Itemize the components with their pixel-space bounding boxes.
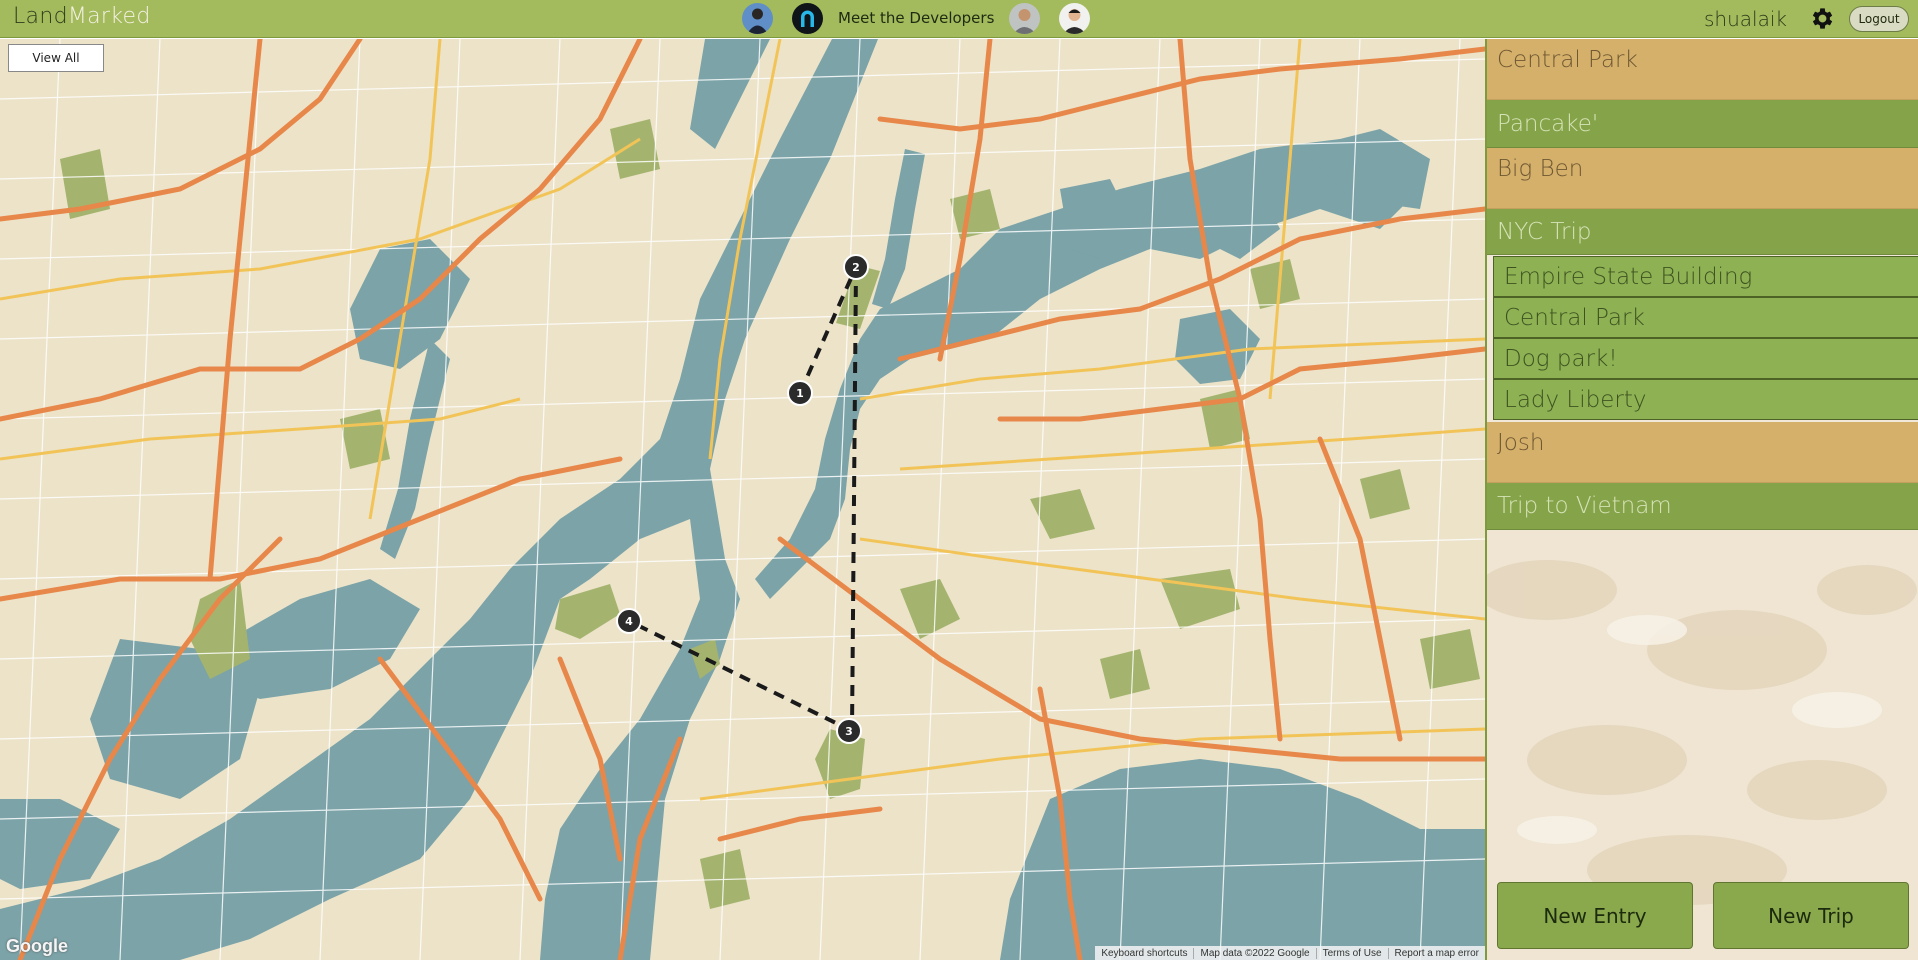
keyboard-shortcuts-link[interactable]: Keyboard shortcuts [1095,948,1193,959]
entry-item-label: Central Park [1497,47,1638,73]
map-view[interactable]: 1 2 3 4 View All Google Keyboard shortcu… [0,39,1485,960]
trip-item-label: NYC Trip [1497,218,1592,245]
route-marker-4-label: 4 [625,615,633,628]
developers-strip: Meet the Developers [742,1,1109,35]
logo-marked-text: Marked [67,4,151,29]
route-marker-3[interactable]: 3 [836,718,862,744]
username-label: shualaik [1704,7,1787,31]
trip-item-label: Trip to Vietnam [1497,493,1672,519]
route-marker-2[interactable]: 2 [843,254,869,280]
trip-item-nyc-trip[interactable]: NYC Trip [1487,209,1918,255]
trip-child-central-park[interactable]: Central Park [1493,297,1918,338]
app-logo[interactable]: LandMarked [13,4,151,29]
trip-item-label: Pancake' [1497,110,1599,137]
trip-child-label: Lady Liberty [1504,386,1647,413]
route-marker-4[interactable]: 4 [616,608,642,634]
developer-avatar-2[interactable] [792,2,823,34]
meet-developers-label[interactable]: Meet the Developers [838,9,994,27]
route-marker-2-label: 2 [852,261,860,274]
developer-avatar-1[interactable] [742,2,773,34]
trip-child-label: Central Park [1504,304,1645,331]
terms-of-use-link[interactable]: Terms of Use [1315,947,1388,959]
developer-avatar-3[interactable] [1009,2,1041,34]
new-entry-button[interactable]: New Entry [1497,882,1693,949]
map-attribution: Keyboard shortcuts Map data ©2022 Google… [1095,946,1485,960]
trip-child-lady-liberty[interactable]: Lady Liberty [1493,379,1918,420]
trip-item-pancake[interactable]: Pancake' [1487,100,1918,148]
trip-child-label: Empire State Building [1504,263,1753,290]
report-map-error-link[interactable]: Report a map error [1387,947,1485,959]
developer-avatar-4[interactable] [1059,2,1091,34]
logo-land-text: Land [13,4,68,29]
entry-item-label: Josh [1497,430,1545,456]
trip-item-trip-to-vietnam[interactable]: Trip to Vietnam [1487,483,1918,530]
entry-item-label: Big Ben [1497,156,1584,182]
entries-sidebar: Central Park Pancake' Big Ben NYC Trip E… [1485,39,1918,960]
trip-child-dog-park[interactable]: Dog park! [1493,338,1918,379]
gear-icon[interactable] [1808,5,1835,32]
entry-item-big-ben[interactable]: Big Ben [1487,148,1918,209]
logout-button[interactable]: Logout [1849,6,1909,32]
route-marker-3-label: 3 [845,725,853,738]
route-marker-1[interactable]: 1 [787,380,813,406]
map-canvas[interactable]: 1 2 3 4 [0,39,1485,960]
view-all-button[interactable]: View All [8,44,104,72]
entry-item-central-park[interactable]: Central Park [1487,39,1918,100]
map-data-label: Map data ©2022 Google [1193,947,1315,959]
new-trip-button[interactable]: New Trip [1713,882,1909,949]
trip-child-empire-state-building[interactable]: Empire State Building [1493,256,1918,297]
app-header: LandMarked Meet the Developers shualaik … [0,0,1918,38]
route-marker-1-label: 1 [796,387,804,400]
google-logo: Google [6,936,68,956]
entry-item-josh[interactable]: Josh [1487,422,1918,483]
trip-child-label: Dog park! [1504,345,1618,372]
